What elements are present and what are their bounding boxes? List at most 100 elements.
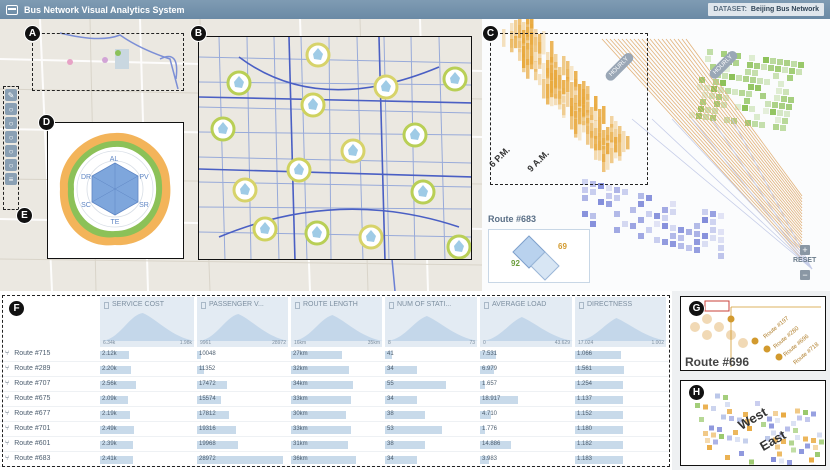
matrix-cell — [654, 213, 660, 219]
route-compare-glyph[interactable]: 92 69 — [488, 229, 590, 283]
matrix-cell — [718, 253, 724, 259]
matrix-cell — [694, 247, 700, 253]
matrix-cell — [749, 55, 755, 61]
table-cell: 2.56k — [100, 380, 195, 390]
table-row[interactable]: Route #683 2.41k 28972 36km 34 3.983 1.183 — [0, 453, 668, 467]
direction-cell — [709, 425, 714, 431]
compare-left-value: 92 — [511, 259, 520, 268]
table-row[interactable]: Route #289 2.20k 11352 32km 34 6.979 1.561 — [0, 363, 668, 377]
network-detail-view[interactable] — [198, 36, 472, 260]
cell-value: 19316 — [199, 426, 216, 432]
table-row[interactable]: Route #601 2.39k 19968 31km 38 14.886 1.182 — [0, 438, 668, 452]
table-cell: 10048 — [197, 350, 289, 360]
table-cell: 3.983 — [480, 455, 573, 465]
radar-axis-sr: SR — [139, 202, 149, 209]
tool-button-2[interactable]: ○ — [5, 103, 17, 115]
zoom-out-button[interactable]: − — [800, 270, 810, 280]
cell-value: 2.20k — [102, 366, 117, 372]
cell-value: 18.917 — [482, 396, 501, 402]
route-name: Route #289 — [5, 365, 50, 372]
table-cell: 7.531 — [480, 350, 573, 360]
table-cell: 1.180 — [575, 425, 667, 435]
tool-button-5[interactable]: ○ — [5, 145, 17, 157]
app-root: Bus Network Visual Analytics System DATA… — [0, 0, 830, 470]
matrix-cell — [598, 199, 604, 205]
column-header[interactable]: ROUTE LENGTH 16km 35km — [291, 297, 383, 347]
matrix-cell — [710, 211, 716, 217]
tool-bar: ✎ ○ ○ ○ ○ ○ ≡ — [3, 86, 19, 210]
route-name: Route #601 — [5, 440, 50, 447]
column-header[interactable]: DIRECTNESS 17.024 1.002 — [575, 297, 667, 347]
matrix-cell — [582, 195, 588, 201]
matrix-cell — [662, 223, 668, 229]
matrix-cell — [770, 58, 776, 64]
radar-axis-pv: PV — [139, 174, 149, 181]
cell-value: 33km — [293, 396, 308, 402]
matrix-cell — [638, 201, 644, 207]
table-row[interactable]: Route #707 2.56k 17472 34km 55 1.657 1.254 — [0, 378, 668, 392]
matrix-cell — [782, 118, 788, 124]
table-row[interactable]: Route #677 2.19k 17812 30km 38 4.710 1.152 — [0, 408, 668, 422]
badge-c: C — [482, 25, 499, 42]
cell-value: 28972 — [199, 456, 216, 462]
matrix-cell — [773, 124, 779, 130]
direction-cell — [717, 427, 722, 432]
direction-cell — [797, 415, 802, 421]
cell-value: 2.19k — [102, 411, 117, 417]
matrix-cell — [614, 187, 620, 193]
direction-cell — [699, 417, 704, 422]
tool-button-6[interactable]: ○ — [5, 159, 17, 171]
tool-button-4[interactable]: ○ — [5, 131, 17, 143]
list-tool-button[interactable]: ≡ — [5, 173, 17, 185]
matrix-cell — [670, 241, 676, 247]
direction-cell — [725, 455, 730, 460]
column-header[interactable]: NUM OF STATI... 8 73 — [385, 297, 478, 347]
matrix-cell — [775, 117, 781, 123]
tool-button-3[interactable]: ○ — [5, 117, 17, 129]
cell-value: 2.56k — [102, 381, 117, 387]
column-distribution — [291, 315, 383, 341]
matrix-cell — [788, 97, 794, 103]
column-min: 9961 — [200, 340, 212, 346]
hourly-focus-box[interactable]: 6 P.M. 9 A.M. — [487, 33, 648, 185]
matrix-cell — [744, 98, 750, 104]
cell-value: 1.137 — [577, 396, 593, 402]
table-row[interactable]: Route #675 2.09k 15574 33km 34 18.917 1.137 — [0, 393, 668, 407]
column-distribution — [100, 313, 195, 341]
edit-tool-button[interactable]: ✎ — [5, 89, 17, 101]
table-cell: 2.39k — [100, 440, 195, 450]
cell-value: 41 — [387, 351, 394, 357]
dataset-selector[interactable]: DATASET: Beijing Bus Network — [708, 3, 824, 16]
matrix-cell — [746, 91, 752, 97]
matrix-cell — [662, 239, 668, 245]
column-header[interactable]: PASSENGER V... 9961 28972 — [197, 297, 289, 347]
reset-button[interactable]: RESET — [793, 257, 816, 264]
column-header[interactable]: AVERAGE LOAD 0 43.629 — [480, 297, 573, 347]
matrix-cell — [590, 213, 596, 219]
table-row[interactable]: Route #715 2.12k 10048 27km 41 7.531 1.066 — [0, 348, 668, 362]
zoom-in-button[interactable]: + — [800, 245, 810, 255]
matrix-cell — [781, 96, 787, 102]
table-row[interactable]: Route #701 2.49k 19316 33km 53 1.776 1.180 — [0, 423, 668, 437]
network-map — [199, 37, 471, 259]
direction-cell — [809, 457, 814, 463]
matrix-cell — [773, 73, 779, 79]
direction-cell — [707, 445, 712, 450]
cell-value: 1.182 — [577, 441, 593, 447]
label-9am: 9 A.M. — [525, 148, 551, 174]
matrix-cell — [757, 78, 763, 84]
column-header[interactable]: SERVICE COST 6.34k 1.98k — [100, 297, 195, 347]
direction-cell — [781, 466, 786, 467]
radar-glyph-view[interactable]: AL PV SR TE SC DR — [47, 122, 184, 259]
cell-value: 17812 — [199, 411, 216, 417]
direction-cell — [811, 464, 816, 465]
matrix-cell — [786, 104, 792, 110]
overview-box-a[interactable] — [32, 33, 184, 91]
radar-axis-te: TE — [111, 219, 120, 226]
matrix-cell — [745, 69, 751, 75]
cell-value: 4.710 — [482, 411, 498, 417]
cell-value: 34km — [293, 381, 308, 387]
matrix-cell — [764, 79, 770, 85]
route-name: Route #715 — [5, 350, 50, 357]
matrix-cell — [720, 80, 726, 86]
